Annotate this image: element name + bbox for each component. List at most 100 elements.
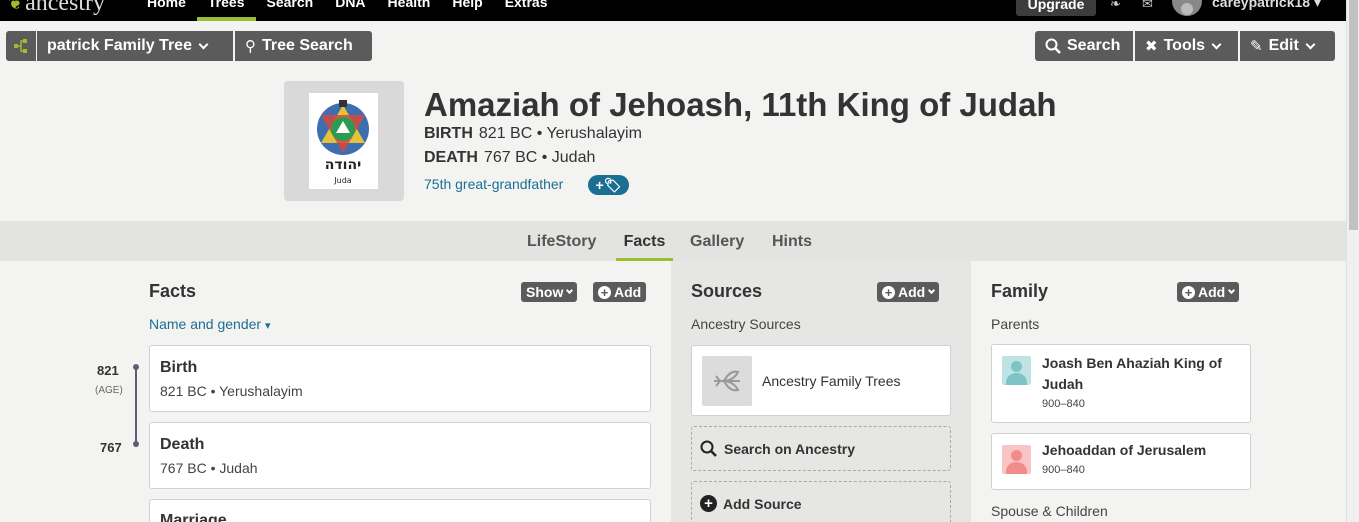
profile-photo: יהודה Juda <box>309 93 378 189</box>
global-nav: ❦ ancestry Home Trees Search DNA Health … <box>0 0 1346 21</box>
nav-trees[interactable]: Trees <box>196 0 256 21</box>
plus-icon: + <box>598 285 611 299</box>
timeline-year: 767 <box>100 440 122 455</box>
upgrade-button[interactable]: Upgrade <box>1016 0 1096 16</box>
fact-detail: 767 BC • Judah <box>160 460 258 476</box>
death-summary: DEATH 767 BC • Judah <box>424 149 595 167</box>
birth-summary: BIRTH 821 BC • Yerushalayim <box>424 125 642 143</box>
tab-facts[interactable]: Facts <box>616 221 673 261</box>
search-button[interactable]: Search <box>1035 31 1133 61</box>
chevron-down-icon <box>1228 286 1236 295</box>
chevron-down-icon <box>566 286 574 295</box>
parent-years: 900–840 <box>1042 398 1085 410</box>
tools-label: Tools <box>1163 37 1206 54</box>
tree-view-button[interactable] <box>6 31 36 61</box>
parent-card-mother[interactable]: Jehoaddan of Jerusalem 900–840 <box>991 433 1251 490</box>
facts-heading: Facts <box>149 281 197 301</box>
death-label: DEATH <box>424 149 478 166</box>
scrollbar-thumb[interactable] <box>1349 0 1358 230</box>
fact-title: Death <box>160 436 205 453</box>
fact-card-death[interactable]: Death 767 BC • Judah <box>149 422 651 489</box>
avatar[interactable] <box>1172 0 1202 16</box>
chevron-down-icon <box>198 39 209 49</box>
show-dropdown[interactable]: Show <box>521 282 578 302</box>
person-search-icon: ⚲ <box>245 38 256 55</box>
chevron-down-icon <box>928 286 936 295</box>
chevron-down-icon: ▾ <box>264 320 271 332</box>
search-on-ancestry-label: Search on Ancestry <box>724 440 855 457</box>
nav-help[interactable]: Help <box>441 0 493 21</box>
profile-photo-frame[interactable]: יהודה Juda <box>284 81 404 201</box>
birth-value: 821 BC • Yerushalayim <box>478 125 642 142</box>
add-relationship-tag-button[interactable]: +🏷 <box>588 175 629 195</box>
search-icon <box>700 440 717 457</box>
plus-icon: + <box>1182 285 1195 299</box>
name-gender-toggle[interactable]: Name and gender ▾ <box>149 316 271 332</box>
add-source-dropdown[interactable]: + Add <box>877 282 940 302</box>
source-card[interactable]: Ancestry Family Trees <box>691 345 951 416</box>
add-source-text: Add Source <box>723 495 802 512</box>
tag-icon: 🏷 <box>603 177 622 193</box>
tools-dropdown[interactable]: ✖ Tools <box>1135 31 1238 61</box>
edit-label: Edit <box>1268 37 1299 54</box>
search-on-ancestry-button[interactable]: Search on Ancestry <box>691 426 951 471</box>
add-fact-button[interactable]: + Add <box>593 282 647 302</box>
add-family-label: Add <box>1198 284 1226 300</box>
timeline-dot <box>133 441 139 447</box>
nav-dna[interactable]: DNA <box>324 0 376 21</box>
chevron-down-icon <box>1305 39 1316 49</box>
search-icon <box>1045 38 1061 54</box>
family-heading: Family <box>991 281 1049 301</box>
tab-gallery[interactable]: Gallery <box>690 221 744 261</box>
nav-home[interactable]: Home <box>136 0 197 21</box>
pedigree-icon <box>14 39 27 53</box>
leaf-icon: ❦ <box>8 0 24 13</box>
person-name: Amaziah of Jehoash, 11th King of Judah <box>424 86 1057 123</box>
relationship-link[interactable]: 75th great-grandfather <box>424 176 563 192</box>
tree-search-label: Tree Search <box>262 37 353 54</box>
edit-dropdown[interactable]: ✎ Edit <box>1240 31 1335 61</box>
add-source-button[interactable]: + Add Source <box>691 481 951 522</box>
spouse-children-label: Spouse & Children <box>991 503 1108 519</box>
timeline-year: 821 <box>97 363 119 378</box>
tribe-emblem-image: יהודה Juda <box>317 100 369 185</box>
fact-card-marriage[interactable]: Marriage <box>149 499 651 522</box>
parents-label: Parents <box>991 316 1040 332</box>
parent-card-father[interactable]: Joash Ben Ahaziah King of Judah 900–840 <box>991 344 1251 423</box>
chevron-down-icon <box>1211 39 1222 49</box>
plus-circle-icon: + <box>700 495 717 512</box>
nav-health[interactable]: Health <box>377 0 442 21</box>
ancestry-logo[interactable]: ❦ ancestry <box>8 0 105 17</box>
logo-text: ancestry <box>25 0 106 16</box>
fact-card-birth[interactable]: Birth 821 BC • Yerushalayim <box>149 345 651 412</box>
tree-search-button[interactable]: ⚲ Tree Search <box>235 31 372 61</box>
fact-title: Birth <box>160 359 198 376</box>
female-person-icon <box>1002 445 1031 474</box>
parent-years: 900–840 <box>1042 464 1085 476</box>
plus-icon: + <box>882 285 895 299</box>
tab-lifestory[interactable]: LifeStory <box>527 221 596 261</box>
source-title: Ancestry Family Trees <box>762 373 901 389</box>
tools-icon: ✖ <box>1145 38 1158 55</box>
hints-leaf-icon[interactable]: ❧ <box>1110 0 1121 10</box>
male-person-icon <box>1002 356 1031 385</box>
messages-icon[interactable]: ✉ <box>1142 0 1153 10</box>
timeline-line <box>135 366 137 444</box>
name-gender-text: Name and gender <box>149 316 262 332</box>
nav-search[interactable]: Search <box>256 0 325 21</box>
source-tree-icon <box>702 356 752 406</box>
add-family-dropdown[interactable]: + Add <box>1177 282 1240 302</box>
timeline-age: (AGE) <box>95 385 123 396</box>
tab-hints[interactable]: Hints <box>772 221 812 261</box>
scrollbar[interactable] <box>1346 0 1359 522</box>
show-label: Show <box>526 284 564 300</box>
add-source-label: Add <box>898 284 926 300</box>
username-text: careypatrick18 <box>1212 0 1311 10</box>
nav-extras[interactable]: Extras <box>494 0 559 21</box>
tree-selector-dropdown[interactable]: patrick Family Tree <box>37 31 233 61</box>
username-menu[interactable]: careypatrick18 ▾ <box>1212 0 1321 9</box>
add-fact-label: Add <box>614 284 642 300</box>
fact-title: Marriage <box>160 512 227 522</box>
death-value: 767 BC • Judah <box>483 149 596 166</box>
tree-name: patrick Family Tree <box>47 37 192 54</box>
